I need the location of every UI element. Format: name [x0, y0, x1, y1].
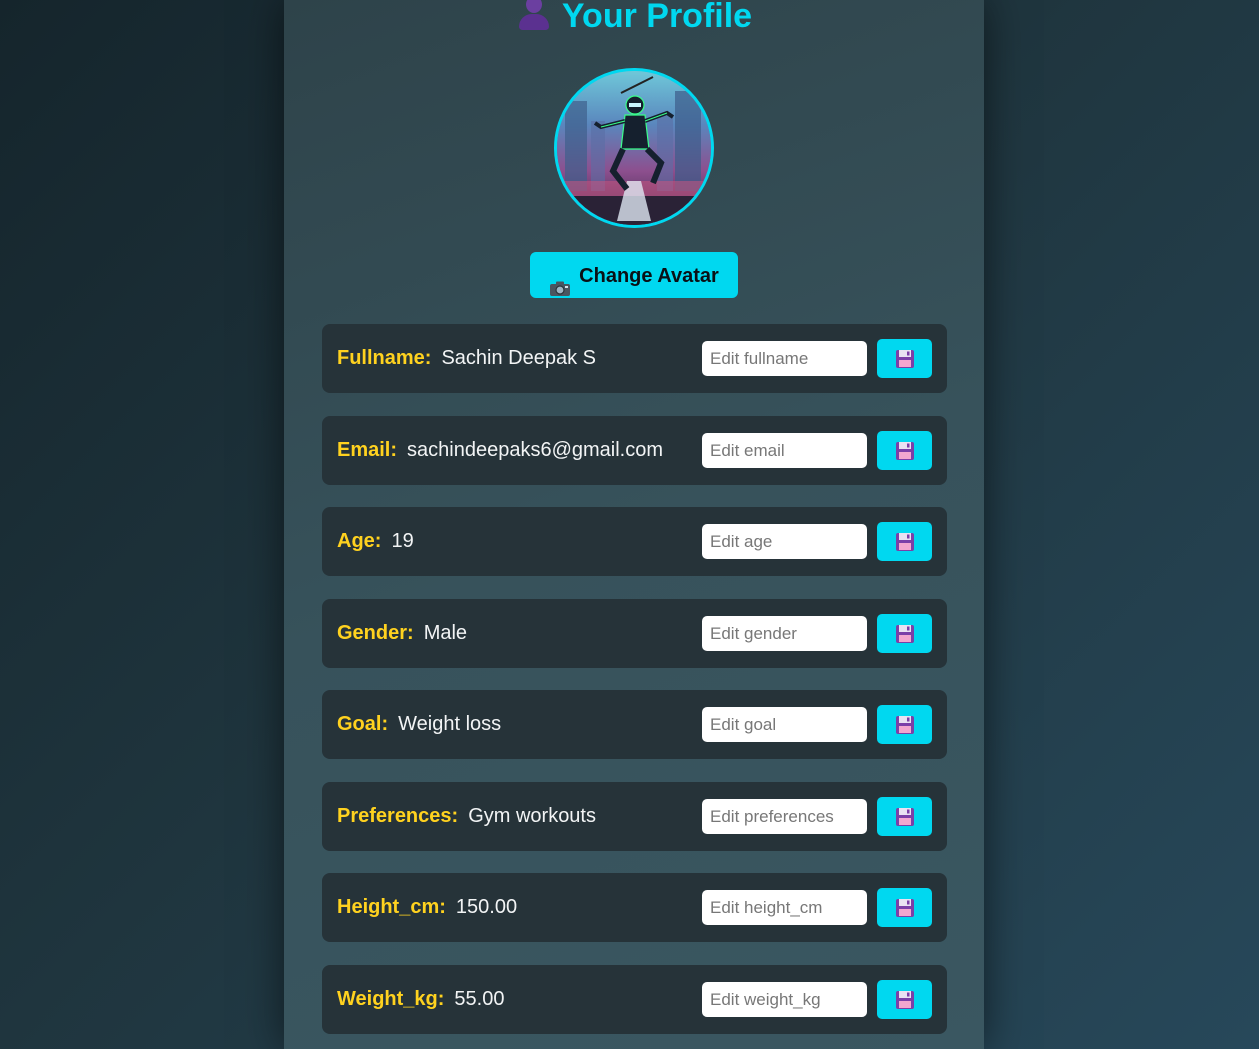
field-value-preferences: Gym workouts — [468, 805, 596, 827]
floppy-disk-icon — [895, 898, 914, 917]
save-fullname-button[interactable] — [877, 339, 932, 378]
change-avatar-button[interactable]: Change Avatar — [530, 252, 738, 298]
avatar-image — [557, 71, 711, 225]
field-label-text: Email: — [337, 439, 398, 461]
field-label-text: Preferences: — [337, 805, 459, 827]
save-gender-button[interactable] — [877, 614, 932, 653]
field-value-goal: Weight loss — [398, 713, 502, 735]
save-weight-kg-button[interactable] — [877, 980, 932, 1019]
profile-field-row-age: Age: 19 — [322, 507, 947, 576]
save-height-cm-button[interactable] — [877, 888, 932, 927]
profile-field-row-goal: Goal: Weight loss — [322, 690, 947, 759]
field-label-age: Age: 19 — [337, 530, 414, 553]
field-label-email: Email: sachindeepaks6@gmail.com — [337, 439, 663, 462]
edit-age-input[interactable] — [702, 524, 867, 559]
field-value-gender: Male — [423, 622, 468, 644]
floppy-disk-icon — [895, 349, 914, 368]
edit-height-cm-input[interactable] — [702, 890, 867, 925]
user-silhouette-icon — [516, 0, 550, 34]
field-label-preferences: Preferences: Gym workouts — [337, 805, 596, 828]
floppy-disk-icon — [895, 624, 914, 643]
field-value-height-cm: 150.00 — [455, 896, 518, 918]
field-value-fullname: Sachin Deepak S — [441, 347, 596, 369]
save-email-button[interactable] — [877, 431, 932, 470]
field-label-text: Goal: — [337, 713, 389, 735]
save-goal-button[interactable] — [877, 705, 932, 744]
page-title-text: Your Profile — [561, 0, 753, 35]
profile-field-row-preferences: Preferences: Gym workouts — [322, 782, 947, 851]
avatar — [554, 68, 714, 228]
field-label-text: Gender: — [337, 622, 414, 644]
floppy-disk-icon — [895, 715, 914, 734]
floppy-disk-icon — [895, 532, 914, 551]
camera-icon — [549, 268, 571, 296]
save-preferences-button[interactable] — [877, 797, 932, 836]
save-age-button[interactable] — [877, 522, 932, 561]
floppy-disk-icon — [895, 990, 914, 1009]
page-title: Your Profile — [284, 0, 984, 38]
field-label-height-cm: Height_cm: 150.00 — [337, 896, 517, 919]
edit-goal-input[interactable] — [702, 707, 867, 742]
profile-field-row-gender: Gender: Male — [322, 599, 947, 668]
profile-field-row-email: Email: sachindeepaks6@gmail.com — [322, 416, 947, 485]
profile-panel: Your Profile Change Avatar Fullname: Sac… — [284, 0, 984, 1049]
edit-gender-input[interactable] — [702, 616, 867, 651]
field-label-text: Weight_kg: — [337, 988, 445, 1010]
profile-field-row-weight-kg: Weight_kg: 55.00 — [322, 965, 947, 1034]
field-label-text: Age: — [337, 530, 382, 552]
edit-email-input[interactable] — [702, 433, 867, 468]
field-label-text: Fullname: — [337, 347, 432, 369]
edit-preferences-input[interactable] — [702, 799, 867, 834]
field-value-age: 19 — [391, 530, 414, 552]
edit-weight-kg-input[interactable] — [702, 982, 867, 1017]
change-avatar-label: Change Avatar — [579, 265, 719, 287]
field-value-weight-kg: 55.00 — [454, 988, 505, 1010]
field-label-goal: Goal: Weight loss — [337, 713, 501, 736]
profile-field-row-fullname: Fullname: Sachin Deepak S — [322, 324, 947, 393]
field-label-weight-kg: Weight_kg: 55.00 — [337, 988, 504, 1011]
field-value-email: sachindeepaks6@gmail.com — [407, 439, 664, 461]
field-label-gender: Gender: Male — [337, 622, 467, 645]
profile-field-row-height-cm: Height_cm: 150.00 — [322, 873, 947, 942]
floppy-disk-icon — [895, 807, 914, 826]
field-label-fullname: Fullname: Sachin Deepak S — [337, 347, 596, 370]
edit-fullname-input[interactable] — [702, 341, 867, 376]
field-label-text: Height_cm: — [337, 896, 446, 918]
floppy-disk-icon — [895, 441, 914, 460]
